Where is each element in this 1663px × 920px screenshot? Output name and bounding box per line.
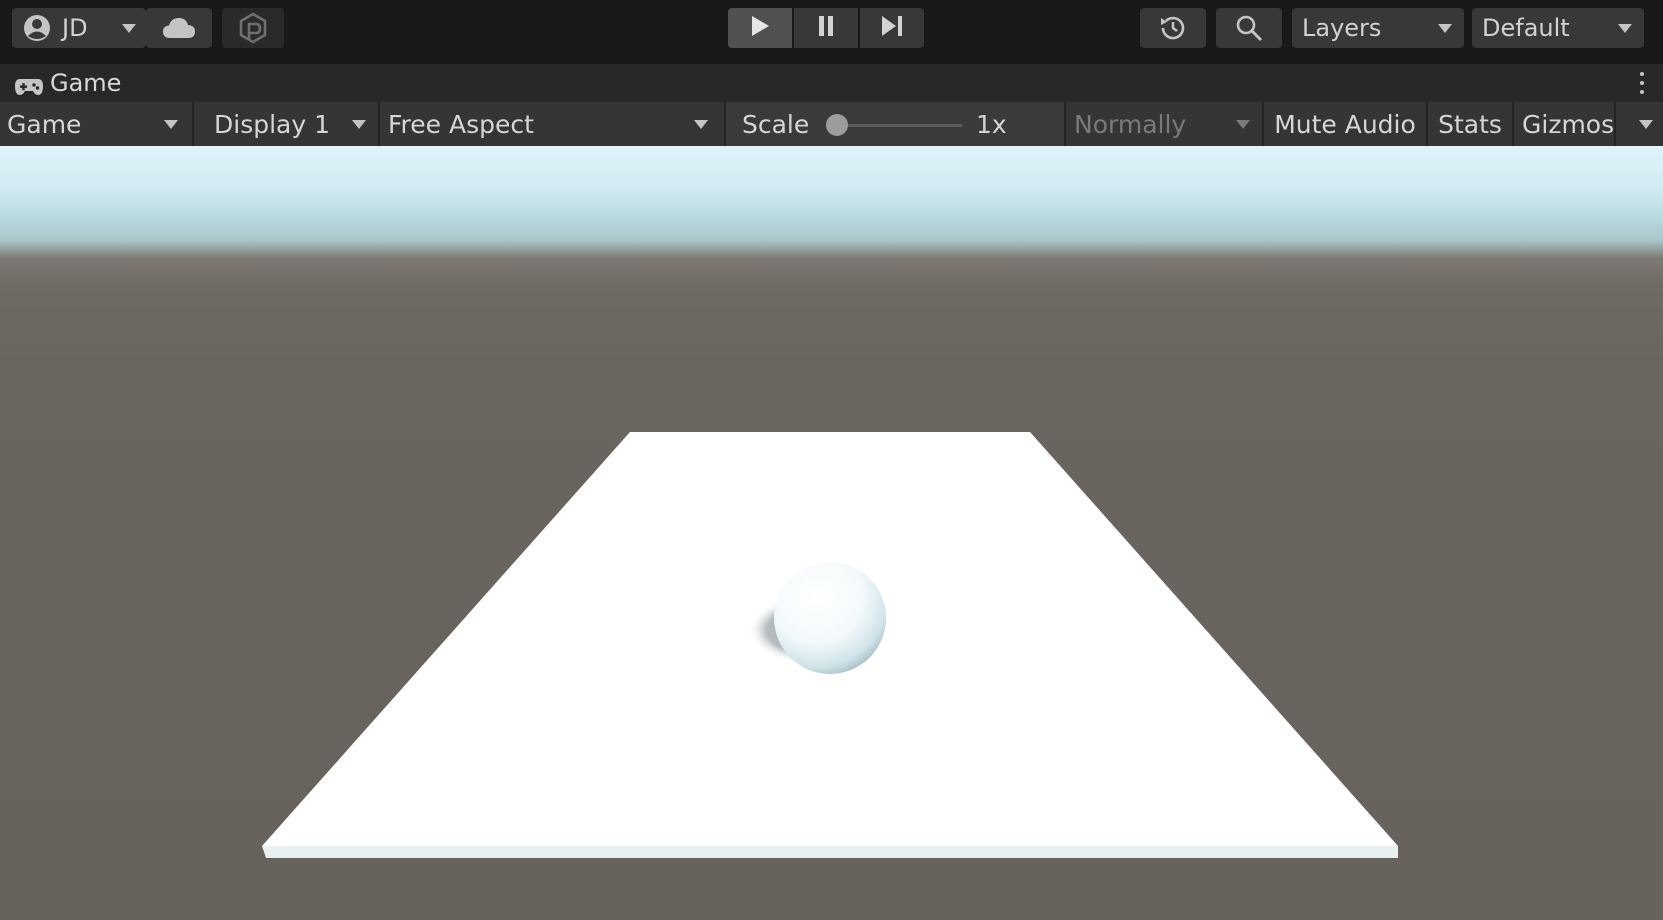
gizmos-dropdown[interactable]: [1616, 102, 1663, 146]
scale-label: Scale: [742, 109, 810, 139]
step-button[interactable]: [860, 8, 924, 48]
view-mode-dropdown[interactable]: Game: [0, 102, 194, 146]
mute-audio-toggle[interactable]: Mute Audio: [1264, 102, 1428, 146]
chevron-down-icon: [1639, 120, 1653, 129]
aspect-dropdown[interactable]: Free Aspect: [380, 102, 726, 146]
display-label: Display 1: [214, 109, 331, 139]
scale-slider-handle[interactable]: [826, 114, 848, 136]
layers-dropdown[interactable]: Layers: [1292, 8, 1464, 48]
layers-label: Layers: [1302, 14, 1382, 42]
account-icon: [22, 13, 52, 43]
main-toolbar: JD Layers Default: [0, 0, 1663, 58]
play-mode-label: Normally: [1074, 109, 1187, 139]
chevron-down-icon: [122, 24, 136, 33]
step-icon: [879, 14, 905, 42]
chevron-down-icon: [1438, 24, 1452, 33]
display-dropdown[interactable]: Display 1: [194, 102, 380, 146]
aspect-label: Free Aspect: [388, 109, 534, 139]
playback-controls: [728, 8, 924, 48]
chevron-down-icon: [164, 120, 178, 129]
scale-slider-track[interactable]: [834, 124, 962, 127]
pause-button[interactable]: [794, 8, 858, 48]
play-button[interactable]: [728, 8, 792, 48]
history-button[interactable]: [1140, 8, 1206, 48]
ground-plane-edge: [262, 846, 1398, 858]
collab-icon: [238, 12, 268, 44]
stats-toggle[interactable]: Stats: [1428, 102, 1514, 146]
mute-audio-label: Mute Audio: [1274, 109, 1416, 139]
tab-game[interactable]: Game: [0, 64, 132, 102]
chevron-down-icon: [694, 120, 708, 129]
window-tab-bar: Game: [0, 64, 1663, 102]
search-icon: [1234, 13, 1264, 43]
history-icon: [1158, 13, 1188, 43]
gizmos-label: Gizmos: [1522, 109, 1615, 139]
pause-icon: [816, 14, 836, 42]
cloud-button[interactable]: [146, 8, 212, 48]
stats-label: Stats: [1438, 109, 1502, 139]
collab-button[interactable]: [222, 8, 284, 48]
game-viewport[interactable]: [0, 146, 1663, 920]
chevron-down-icon: [352, 120, 366, 129]
layout-label: Default: [1482, 14, 1570, 42]
cloud-icon: [162, 16, 196, 40]
tab-title: Game: [50, 69, 122, 97]
view-mode-label: Game: [7, 109, 82, 139]
scale-value: 1x: [976, 109, 1007, 139]
play-icon: [749, 14, 771, 42]
game-view-toolbar: Game Display 1 Free Aspect Scale 1x Norm…: [0, 102, 1663, 146]
gizmos-toggle[interactable]: Gizmos: [1514, 102, 1616, 146]
sphere: [774, 562, 886, 674]
account-label: JD: [62, 14, 88, 42]
chevron-down-icon: [1618, 24, 1632, 33]
layout-dropdown[interactable]: Default: [1472, 8, 1644, 48]
gamepad-icon: [14, 74, 44, 95]
scene-render: [262, 432, 1398, 858]
more-options-icon[interactable]: [1639, 72, 1645, 94]
play-mode-dropdown[interactable]: Normally: [1066, 102, 1264, 146]
chevron-down-icon: [1236, 120, 1250, 129]
account-dropdown[interactable]: JD: [12, 8, 146, 48]
search-button[interactable]: [1216, 8, 1282, 48]
